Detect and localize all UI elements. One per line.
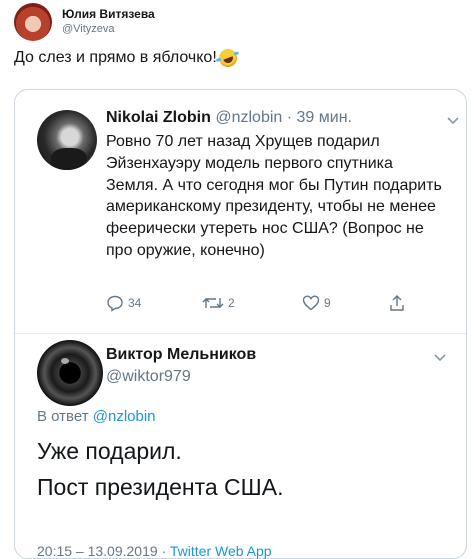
quoted-author-avatar[interactable] xyxy=(37,110,97,170)
outer-author-avatar[interactable] xyxy=(14,3,52,41)
like-count: 9 xyxy=(324,296,331,310)
in-reply-to: В ответ @nzlobin xyxy=(37,408,156,425)
quoted-tweet-time[interactable]: · 39 мин. xyxy=(287,109,352,126)
in-reply-to-prefix: В ответ xyxy=(37,408,89,425)
reply-icon xyxy=(107,295,123,312)
quoted-author-name[interactable]: Nikolai Zlobin xyxy=(106,109,211,126)
reply-tweet-menu-chevron-down-icon[interactable] xyxy=(434,354,446,362)
outer-author-name[interactable]: Юлия Витязева xyxy=(62,7,155,22)
quoted-tweet-menu-chevron-down-icon[interactable] xyxy=(447,117,459,125)
quoted-thread-card[interactable]: Nikolai Zlobin @nzlobin · 39 мин. Ровно … xyxy=(14,89,467,559)
reply-tweet-source[interactable]: Twitter Web App xyxy=(170,543,272,559)
outer-author-handle[interactable]: @Vityzeva xyxy=(62,22,155,37)
reply-tweet-line: Уже подарил. xyxy=(37,438,182,464)
share-action[interactable] xyxy=(388,294,406,312)
retweet-count: 2 xyxy=(228,296,235,310)
retweet-action[interactable]: 2 xyxy=(202,294,235,312)
quoted-tweet-actions: 34 2 9 xyxy=(106,294,406,314)
thread-divider xyxy=(15,333,466,334)
reply-tweet-text: Уже подарил. Пост президента США. xyxy=(37,433,283,505)
reply-tweet-timestamp[interactable]: 20:15 – 13.09.2019 xyxy=(37,543,158,559)
quoted-tweet-header: Nikolai Zlobin @nzlobin · 39 мин. xyxy=(106,109,352,127)
outer-tweet-text: До слез и прямо в яблочко! xyxy=(14,46,240,70)
reply-author-handle[interactable]: @wiktor979 xyxy=(106,368,191,386)
in-reply-to-mention[interactable]: @nzlobin xyxy=(93,408,156,425)
reply-count: 34 xyxy=(128,296,142,310)
rolling-on-floor-laughing-emoji-icon xyxy=(216,46,240,70)
reply-action[interactable]: 34 xyxy=(106,294,141,312)
like-action[interactable]: 9 xyxy=(302,294,331,312)
retweet-icon xyxy=(202,298,224,308)
share-icon xyxy=(390,295,404,311)
outer-author-names: Юлия Витязева @Vityzeva xyxy=(62,7,155,37)
reply-tweet-line: Пост президента США. xyxy=(37,474,284,500)
reply-tweet-footer: 20:15 – 13.09.2019 · Twitter Web App xyxy=(37,543,272,559)
outer-tweet-text-content: До слез и прямо в яблочко! xyxy=(14,49,217,66)
footer-separator: · xyxy=(161,543,167,559)
reply-author-avatar[interactable] xyxy=(37,340,103,406)
heart-icon xyxy=(302,295,320,311)
reply-author-name[interactable]: Виктор Мельников xyxy=(106,346,256,364)
quoted-author-handle[interactable]: @nzlobin xyxy=(215,109,282,126)
quoted-tweet-text: Ровно 70 лет назад Хрущев подарил Эйзенх… xyxy=(106,133,442,259)
outer-tweet-header: Юлия Витязева @Vityzeva xyxy=(14,2,155,42)
